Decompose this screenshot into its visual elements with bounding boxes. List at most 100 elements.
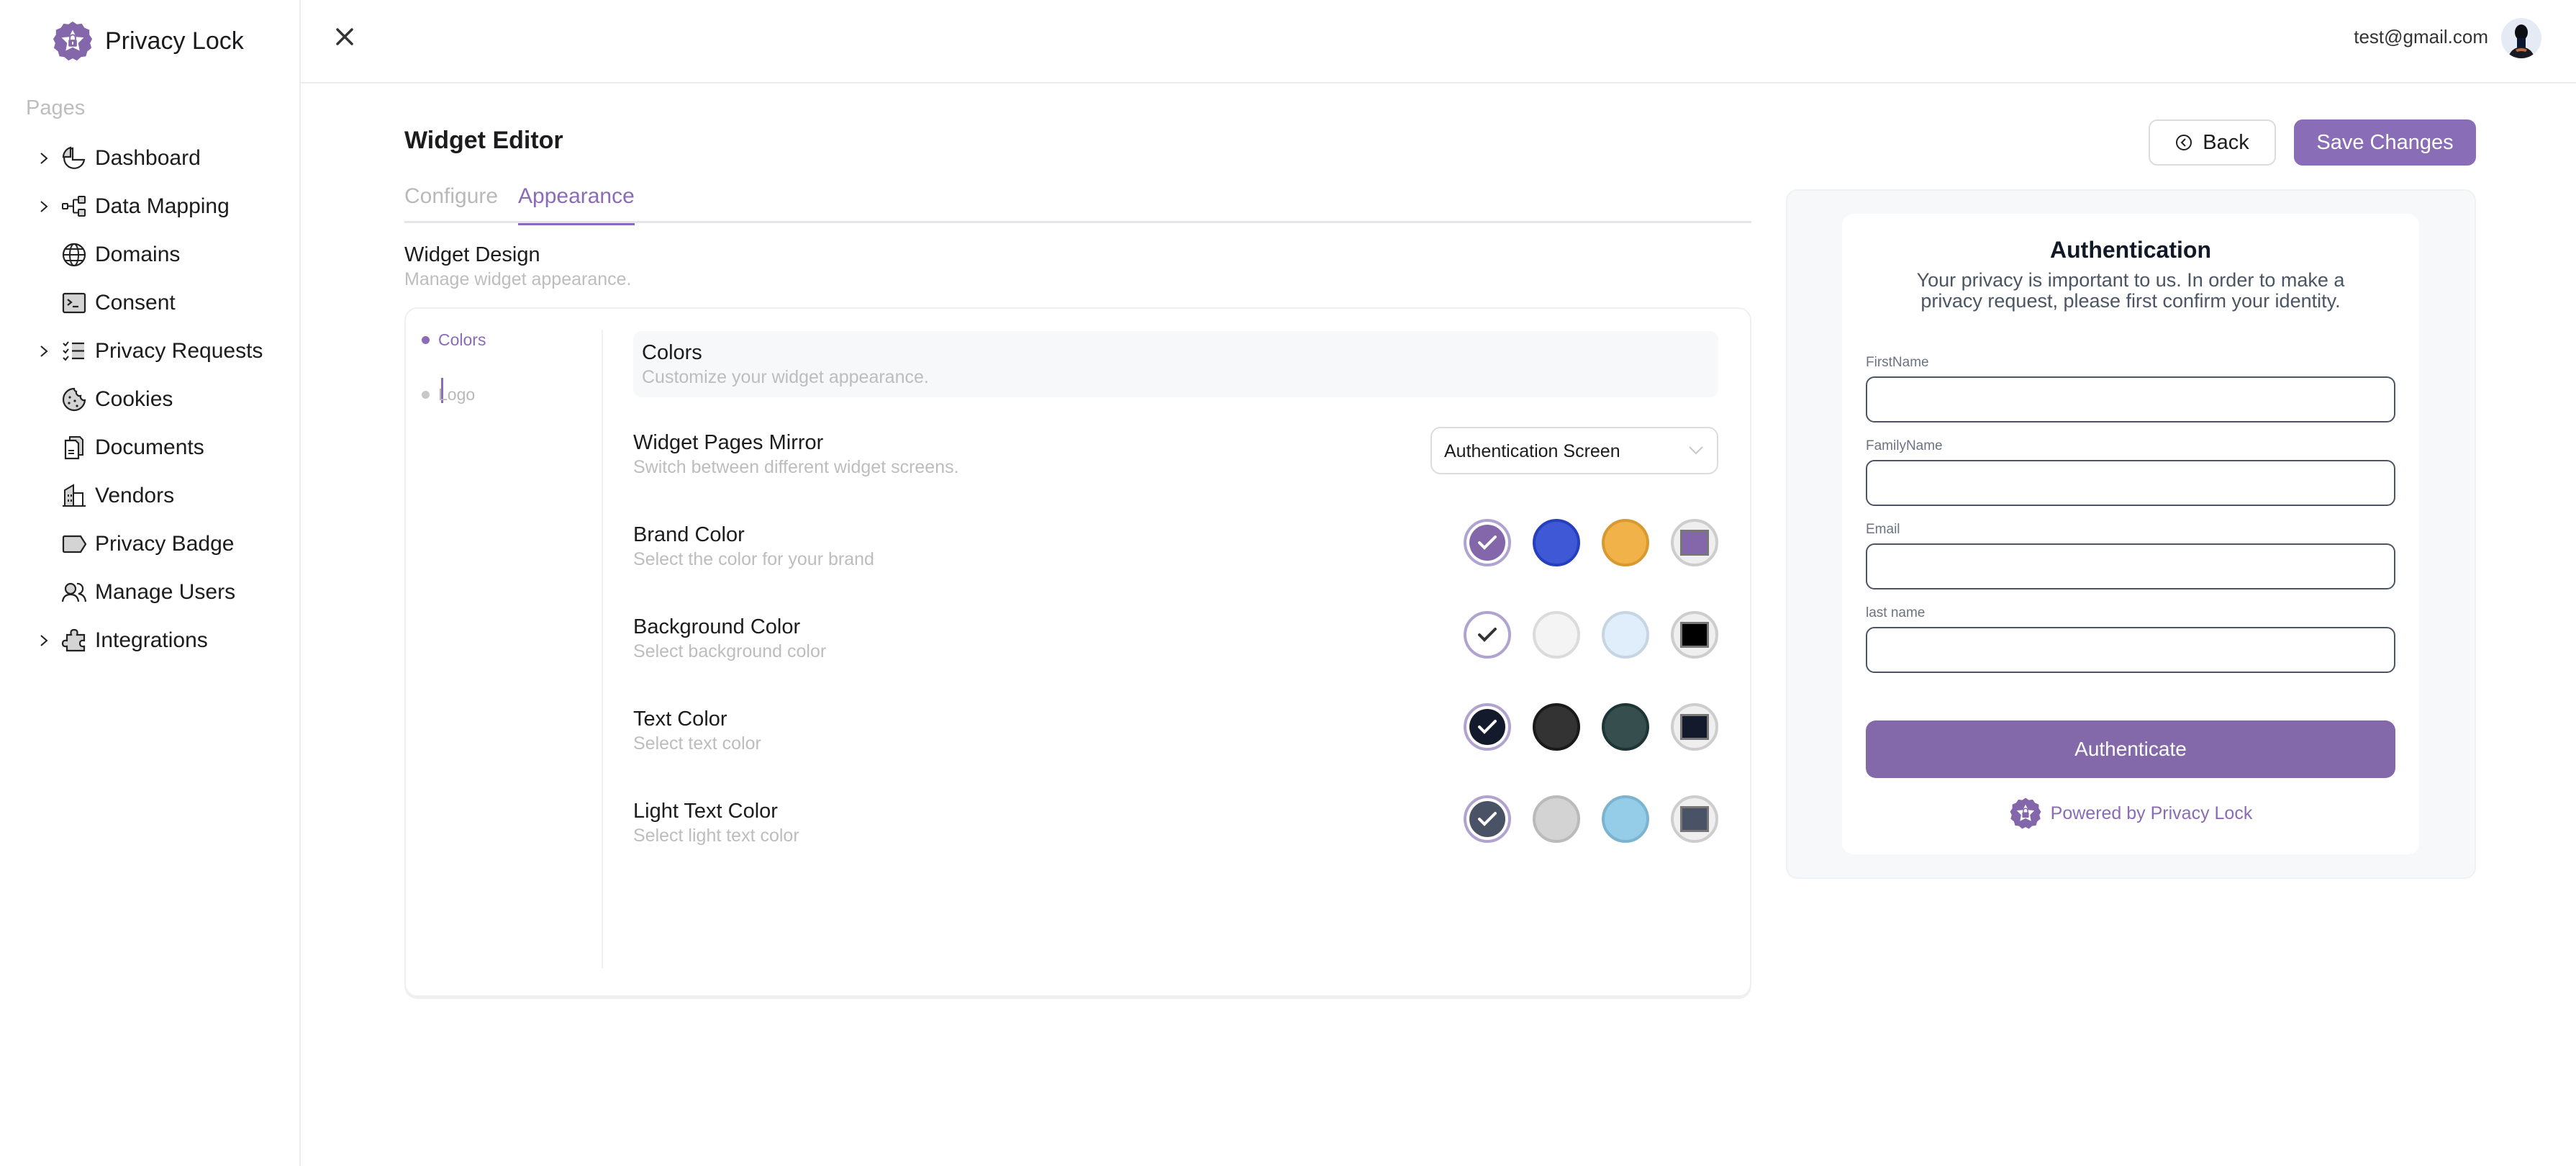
chevron-right-icon[interactable] bbox=[36, 150, 52, 166]
authenticate-button[interactable]: Authenticate bbox=[1866, 720, 2395, 778]
check-icon bbox=[1478, 628, 1497, 642]
color-swatch[interactable] bbox=[1533, 611, 1580, 659]
sidebar-item-label: Integrations bbox=[95, 628, 208, 652]
step-colors[interactable]: Colors bbox=[422, 330, 486, 350]
sidebar-item-dashboard[interactable]: Dashboard bbox=[0, 134, 299, 182]
pages-mirror-row: Widget Pages Mirror Switch between diffe… bbox=[633, 427, 1718, 489]
sidebar-item-privacy-requests[interactable]: Privacy Requests bbox=[0, 327, 299, 375]
step-dot bbox=[422, 391, 430, 399]
color-swatch-selected[interactable] bbox=[1464, 703, 1511, 751]
last-name-input[interactable] bbox=[1866, 627, 2395, 673]
setting-title: Light Text Color bbox=[633, 800, 778, 823]
color-swatch[interactable] bbox=[1602, 795, 1649, 843]
privacy-lock-logo-icon bbox=[53, 21, 93, 61]
light-text-color-row: Light Text Color Select light text color bbox=[633, 795, 1718, 857]
swatch-fill bbox=[1469, 617, 1505, 653]
sidebar-item-consent[interactable]: Consent bbox=[0, 279, 299, 327]
sidebar-item-vendors[interactable]: Vendors bbox=[0, 471, 299, 520]
sidebar-item-privacy-badge[interactable]: Privacy Badge bbox=[0, 520, 299, 568]
terminal-icon bbox=[62, 292, 86, 313]
tab-configure[interactable]: Configure bbox=[404, 184, 498, 223]
widget-design-subtitle: Manage widget appearance. bbox=[404, 269, 632, 289]
user-email[interactable]: test@gmail.com bbox=[2354, 26, 2488, 48]
color-swatch-selected[interactable] bbox=[1464, 795, 1511, 843]
email-input[interactable] bbox=[1866, 543, 2395, 589]
swatch-fill bbox=[1469, 525, 1505, 561]
user-avatar[interactable] bbox=[2501, 18, 2541, 58]
custom-color-preview bbox=[1680, 530, 1709, 556]
color-swatch[interactable] bbox=[1533, 795, 1580, 843]
auth-title: Authentication bbox=[2050, 237, 2211, 263]
setting-title: Widget Pages Mirror bbox=[633, 431, 824, 454]
chevron-left-circle-icon bbox=[2176, 135, 2192, 150]
building-icon bbox=[63, 483, 86, 507]
chevron-down-icon bbox=[1689, 446, 1703, 455]
documents-icon bbox=[64, 435, 83, 459]
user-silhouette-icon bbox=[2508, 24, 2534, 58]
color-swatch[interactable] bbox=[1602, 611, 1649, 659]
sidebar-item-cookies[interactable]: Cookies bbox=[0, 375, 299, 423]
chevron-right-icon[interactable] bbox=[36, 343, 52, 359]
color-swatch-selected[interactable] bbox=[1464, 611, 1511, 659]
sidebar-item-documents[interactable]: Documents bbox=[0, 423, 299, 471]
back-button-label: Back bbox=[2203, 130, 2249, 154]
setting-title: Brand Color bbox=[633, 523, 745, 546]
swatch-fill bbox=[1469, 801, 1505, 837]
chevron-right-icon[interactable] bbox=[36, 199, 52, 214]
custom-color-preview bbox=[1680, 806, 1709, 832]
sidebar-item-integrations[interactable]: Integrations bbox=[0, 616, 299, 664]
custom-color-picker[interactable] bbox=[1671, 519, 1718, 566]
field-label: FirstName bbox=[1866, 355, 1929, 370]
globe-icon bbox=[62, 243, 86, 266]
setting-title: Text Color bbox=[633, 708, 727, 731]
auth-card: Authentication Your privacy is important… bbox=[1842, 214, 2419, 854]
close-icon[interactable] bbox=[334, 26, 355, 48]
step-logo[interactable]: Logo bbox=[422, 385, 475, 405]
first-name-input[interactable] bbox=[1866, 376, 2395, 422]
sidebar-item-label: Privacy Requests bbox=[95, 338, 263, 363]
chevron-right-icon[interactable] bbox=[36, 633, 52, 648]
family-name-input[interactable] bbox=[1866, 460, 2395, 506]
field-label: last name bbox=[1866, 605, 1926, 620]
sidebar-item-domains[interactable]: Domains bbox=[0, 230, 299, 279]
panel-divider bbox=[602, 330, 603, 968]
custom-color-picker[interactable] bbox=[1671, 795, 1718, 843]
color-swatch[interactable] bbox=[1533, 519, 1580, 566]
save-changes-button[interactable]: Save Changes bbox=[2294, 119, 2476, 166]
step-label: Logo bbox=[438, 385, 476, 404]
step-label: Colors bbox=[438, 330, 486, 349]
app-name: Privacy Lock bbox=[105, 27, 244, 55]
checklist-icon bbox=[63, 340, 84, 361]
pages-section-label: Pages bbox=[26, 96, 86, 119]
powered-by[interactable]: Powered by Privacy Lock bbox=[1842, 795, 2419, 831]
color-swatch-selected[interactable] bbox=[1464, 519, 1511, 566]
sidebar-item-manage-users[interactable]: Manage Users bbox=[0, 568, 299, 616]
tab-appearance[interactable]: Appearance bbox=[518, 184, 635, 225]
color-swatch[interactable] bbox=[1533, 703, 1580, 751]
color-swatch[interactable] bbox=[1602, 703, 1649, 751]
check-icon bbox=[1478, 812, 1497, 826]
widget-pages-select[interactable]: Authentication Screen bbox=[1430, 427, 1718, 474]
custom-color-preview bbox=[1680, 714, 1709, 740]
custom-color-picker[interactable] bbox=[1671, 611, 1718, 659]
auth-description: Your privacy is important to us. In orde… bbox=[1916, 269, 2345, 312]
brand[interactable]: Privacy Lock bbox=[52, 20, 244, 62]
sidebar-item-label: Cookies bbox=[95, 387, 173, 411]
step-dot bbox=[422, 336, 430, 344]
back-button[interactable]: Back bbox=[2149, 119, 2276, 166]
setting-subtitle: Select text color bbox=[633, 733, 761, 754]
sidebar-item-data-mapping[interactable]: Data Mapping bbox=[0, 182, 299, 230]
cookie-icon bbox=[62, 387, 86, 411]
field-label: Email bbox=[1866, 522, 1900, 537]
users-icon bbox=[61, 582, 87, 602]
sidebar: Privacy Lock Pages Dashboard Data Mappin… bbox=[0, 0, 301, 1166]
page-title: Widget Editor bbox=[404, 127, 563, 154]
sidebar-item-label: Dashboard bbox=[95, 145, 201, 170]
color-swatch[interactable] bbox=[1602, 519, 1649, 566]
custom-color-picker[interactable] bbox=[1671, 703, 1718, 751]
hierarchy-icon bbox=[62, 195, 86, 217]
top-header: test@gmail.com bbox=[301, 0, 2576, 83]
setting-subtitle: Select background color bbox=[633, 641, 827, 661]
brand-color-row: Brand Color Select the color for your br… bbox=[633, 519, 1718, 581]
setting-title: Background Color bbox=[633, 615, 801, 638]
